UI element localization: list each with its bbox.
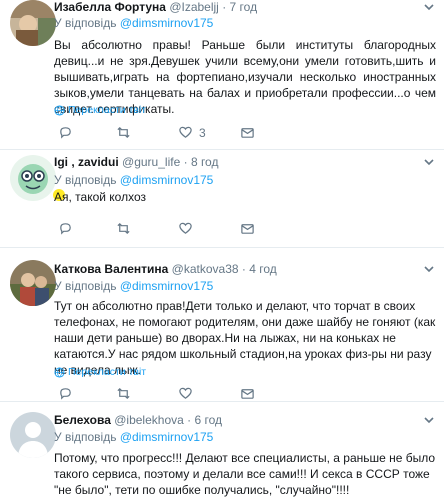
tweet-header: Белехова @ibelekhova · 6 год <box>54 413 223 427</box>
reply-icon <box>60 388 71 400</box>
tweet-1[interactable]: Изабелла Фортуна @Izabeljj · 7 год У від… <box>0 0 444 150</box>
reply-context: У відповідь @dimsmirnov175 <box>54 430 214 444</box>
reply-icon <box>60 223 71 235</box>
like-count: 3 <box>199 125 206 140</box>
tweet-time[interactable]: 7 год <box>230 0 258 14</box>
chevron-down-icon[interactable] <box>422 155 436 169</box>
author-name[interactable]: Igi , zavidui <box>54 155 119 169</box>
author-handle[interactable]: @Izabeljj <box>169 0 219 14</box>
reply-button[interactable] <box>58 125 73 140</box>
dm-button[interactable] <box>240 386 255 401</box>
chevron-down-icon[interactable] <box>422 413 436 427</box>
translate-tweet-link[interactable]: Перекласти твіт <box>54 366 146 378</box>
tweet-header: Каткова Валентина @katkova38 · 4 год <box>54 262 277 276</box>
author-name[interactable]: Каткова Валентина <box>54 262 168 276</box>
tweet-text: Ая, такой колхоз <box>54 190 147 204</box>
author-name[interactable]: Белехова <box>54 413 111 427</box>
author-name[interactable]: Изабелла Фортуна <box>54 0 166 14</box>
tweet-actions: 3 <box>54 125 414 141</box>
reply-context: У відповідь @dimsmirnov175 <box>54 173 214 187</box>
tweet-content: Белехова @ibelekhova · 6 год У відповідь… <box>54 404 436 500</box>
avatar[interactable] <box>10 0 56 46</box>
dm-button[interactable] <box>240 125 255 140</box>
retweet-button[interactable] <box>116 221 131 236</box>
retweet-icon <box>117 387 130 400</box>
retweet-button[interactable] <box>116 125 131 140</box>
tweet-header: Изабелла Фортуна @Izabeljj · 7 год <box>54 0 258 14</box>
retweet-icon <box>117 222 130 235</box>
globe-icon <box>54 366 65 378</box>
reply-to-link[interactable]: @dimsmirnov175 <box>120 173 214 187</box>
tweet-3[interactable]: Каткова Валентина @katkova38 · 4 год У в… <box>0 256 444 402</box>
like-icon <box>179 222 192 234</box>
reply-context: У відповідь @dimsmirnov175 <box>54 16 214 30</box>
tweet-2[interactable]: Igi , zavidui @guru_life · 8 год У відпо… <box>0 150 444 248</box>
tweet-actions <box>54 221 414 237</box>
globe-icon <box>54 104 65 116</box>
tweet-content: Igi , zavidui @guru_life · 8 год У відпо… <box>53 150 436 248</box>
author-handle[interactable]: @katkova38 <box>172 262 239 276</box>
tweet-content: Каткова Валентина @katkova38 · 4 год У в… <box>54 256 436 402</box>
tweet-content: Изабелла Фортуна @Izabeljj · 7 год У від… <box>54 0 436 150</box>
dm-icon <box>241 389 254 399</box>
like-icon <box>179 126 192 138</box>
reply-to-link[interactable]: @dimsmirnov175 <box>120 16 214 30</box>
reply-context: У відповідь @dimsmirnov175 <box>54 279 214 293</box>
avatar[interactable] <box>10 155 56 201</box>
like-button[interactable] <box>178 221 193 236</box>
avatar[interactable] <box>10 260 56 306</box>
author-handle[interactable]: @guru_life <box>122 155 180 169</box>
like-icon <box>179 387 192 399</box>
retweet-icon <box>117 126 130 139</box>
reply-to-link[interactable]: @dimsmirnov175 <box>120 279 214 293</box>
translate-tweet-link[interactable]: Перекласти твіт <box>54 104 146 116</box>
reply-button[interactable] <box>58 221 73 236</box>
dm-icon <box>241 128 254 138</box>
author-handle[interactable]: @ibelekhova <box>114 413 184 427</box>
chevron-down-icon[interactable] <box>422 0 436 14</box>
tweet-header: Igi , zavidui @guru_life · 8 год <box>54 155 219 169</box>
like-button[interactable]: 3 <box>178 125 206 140</box>
chevron-down-icon[interactable] <box>422 262 436 276</box>
reply-button[interactable] <box>58 386 73 401</box>
reply-to-link[interactable]: @dimsmirnov175 <box>120 430 214 444</box>
tweet-time[interactable]: 8 год <box>191 155 219 169</box>
reply-icon <box>60 127 71 139</box>
retweet-button[interactable] <box>116 386 131 401</box>
tweet-time[interactable]: 4 год <box>249 262 277 276</box>
dm-icon <box>241 224 254 234</box>
dm-button[interactable] <box>240 221 255 236</box>
tweet-time[interactable]: 6 год <box>194 413 222 427</box>
like-button[interactable] <box>178 386 193 401</box>
tweet-4[interactable]: Белехова @ibelekhova · 6 год У відповідь… <box>0 404 444 500</box>
tweet-text: Потому, что прогресс!!! Делают все специ… <box>54 451 436 497</box>
tweet-actions <box>54 386 414 402</box>
avatar[interactable] <box>10 412 56 458</box>
